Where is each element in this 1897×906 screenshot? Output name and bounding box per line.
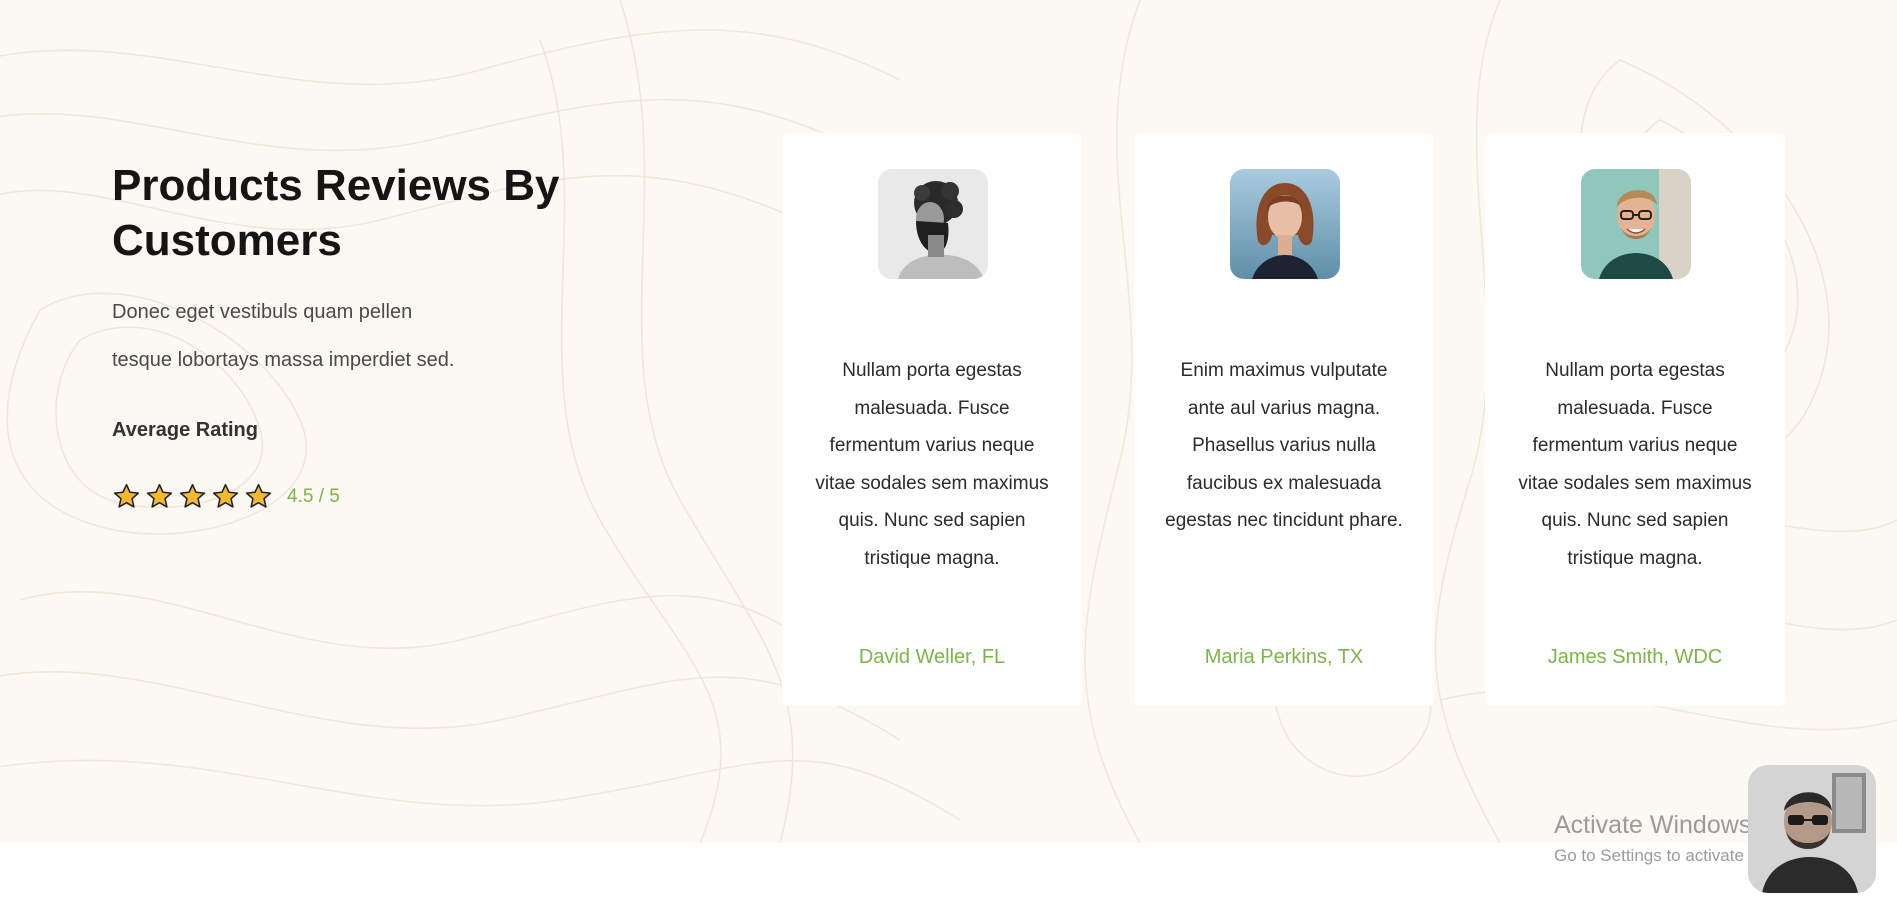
average-rating-label: Average Rating bbox=[112, 419, 258, 441]
review-card: Enim maximus vulputate ante aul varius m… bbox=[1134, 133, 1434, 706]
portrait-bearded-man-grayscale bbox=[878, 169, 988, 279]
review-author: Maria Perkins, TX bbox=[1204, 646, 1364, 668]
portrait-woman-red-hair bbox=[1230, 169, 1340, 279]
review-card: Nullam porta egestas malesuada. Fusce fe… bbox=[782, 133, 1082, 706]
star-icon bbox=[179, 483, 206, 508]
reviewer-avatar bbox=[878, 169, 988, 279]
reviewer-avatar bbox=[1581, 169, 1691, 279]
average-rating: 4.5 / 5 bbox=[112, 482, 632, 511]
review-author: James Smith, WDC bbox=[1547, 646, 1723, 668]
description-line-1: Donec eget vestibuls quam pellen bbox=[112, 301, 413, 323]
star-icon bbox=[212, 483, 239, 508]
rating-value: 4.5 / 5 bbox=[287, 485, 340, 507]
star-icon bbox=[245, 483, 272, 508]
star-icon bbox=[146, 483, 173, 508]
section-heading: Products Reviews By Customers bbox=[112, 161, 560, 265]
portrait-smiling-man-glasses bbox=[1581, 169, 1691, 279]
review-card: Nullam porta egestas malesuada. Fusce fe… bbox=[1485, 133, 1785, 706]
review-quote: Enim maximus vulputate ante aul varius m… bbox=[1165, 360, 1403, 531]
review-quote: Nullam porta egestas malesuada. Fusce fe… bbox=[815, 360, 1049, 569]
reviewer-avatar bbox=[1230, 169, 1340, 279]
star-icon bbox=[113, 483, 140, 508]
description-line-2: tesque lobortays massa imperdiet sed. bbox=[112, 349, 455, 371]
review-quote: Nullam porta egestas malesuada. Fusce fe… bbox=[1518, 360, 1752, 569]
webcam-person-icon bbox=[1748, 765, 1876, 893]
intro-block: Products Reviews By Customers Donec eget… bbox=[112, 158, 632, 511]
webcam-overlay bbox=[1748, 765, 1876, 893]
review-author: David Weller, FL bbox=[858, 646, 1006, 668]
rating-stars bbox=[112, 482, 273, 511]
reviews-section: Products Reviews By Customers Donec eget… bbox=[0, 0, 1897, 843]
